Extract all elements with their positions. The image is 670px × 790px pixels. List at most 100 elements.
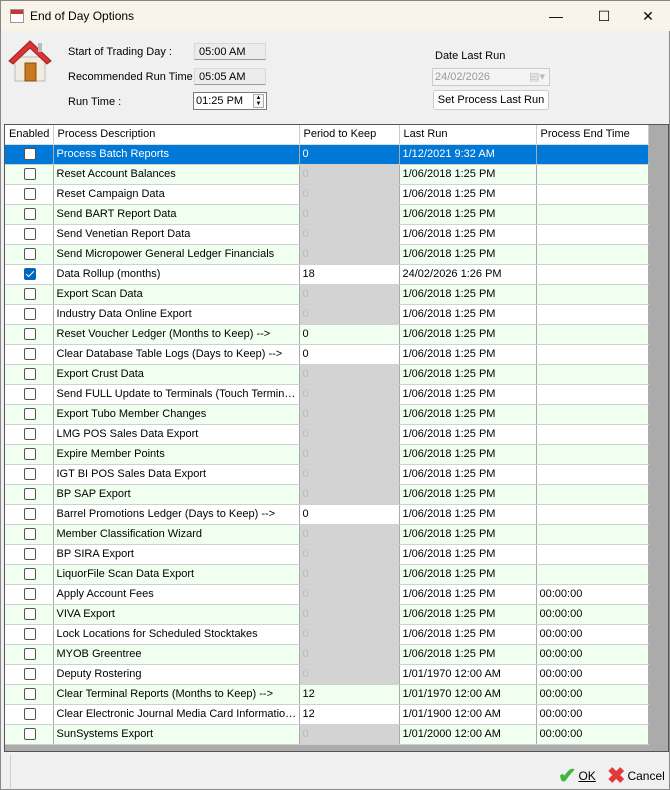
table-row[interactable]: Deputy Rostering 0 1/01/1970 12:00 AM 00… — [5, 664, 649, 685]
period-to-keep[interactable]: 0 — [299, 344, 400, 365]
table-row[interactable]: Export Crust Data 0 1/06/2018 1:25 PM — [5, 364, 649, 385]
period-to-keep[interactable]: 18 — [299, 264, 400, 285]
enabled-cell[interactable] — [5, 264, 54, 285]
table-row[interactable]: Data Rollup (months) 18 24/02/2026 1:26 … — [5, 264, 649, 285]
period-to-keep[interactable]: 0 — [299, 144, 400, 165]
table-row[interactable]: LMG POS Sales Data Export 0 1/06/2018 1:… — [5, 424, 649, 445]
table-row[interactable]: Export Scan Data 0 1/06/2018 1:25 PM — [5, 284, 649, 305]
enabled-checkbox[interactable] — [24, 608, 37, 620]
enabled-checkbox[interactable] — [24, 488, 37, 500]
table-row[interactable]: Industry Data Online Export 0 1/06/2018 … — [5, 304, 649, 325]
enabled-checkbox[interactable] — [24, 368, 37, 380]
table-row[interactable]: VIVA Export 0 1/06/2018 1:25 PM 00:00:00 — [5, 604, 649, 625]
enabled-checkbox[interactable] — [24, 208, 37, 220]
col-header-period[interactable]: Period to Keep — [299, 125, 400, 145]
close-button[interactable]: ✕ — [625, 1, 670, 31]
period-to-keep[interactable]: 12 — [299, 704, 400, 725]
enabled-cell[interactable] — [5, 424, 54, 445]
period-to-keep[interactable]: 12 — [299, 684, 400, 705]
col-header-description[interactable]: Process Description — [53, 125, 300, 145]
enabled-cell[interactable] — [5, 364, 54, 385]
enabled-checkbox[interactable] — [24, 388, 37, 400]
enabled-checkbox[interactable] — [24, 708, 37, 720]
period-to-keep[interactable]: 0 — [299, 324, 400, 345]
enabled-checkbox[interactable] — [24, 248, 37, 260]
table-row[interactable]: BP SAP Export 0 1/06/2018 1:25 PM — [5, 484, 649, 505]
enabled-cell[interactable] — [5, 204, 54, 225]
process-grid[interactable]: Enabled Process Description Period to Ke… — [4, 124, 669, 752]
enabled-checkbox[interactable] — [24, 688, 37, 700]
enabled-checkbox[interactable] — [24, 588, 37, 600]
enabled-checkbox[interactable] — [24, 628, 37, 640]
table-row[interactable]: Member Classification Wizard 0 1/06/2018… — [5, 524, 649, 545]
enabled-checkbox[interactable] — [24, 448, 37, 460]
run-time-value[interactable]: 01:25 PM — [196, 95, 243, 107]
maximize-button[interactable]: ☐ — [581, 1, 627, 31]
enabled-checkbox[interactable] — [24, 508, 37, 520]
enabled-cell[interactable] — [5, 444, 54, 465]
enabled-cell[interactable] — [5, 344, 54, 365]
table-row[interactable]: Apply Account Fees 0 1/06/2018 1:25 PM 0… — [5, 584, 649, 605]
enabled-cell[interactable] — [5, 504, 54, 525]
minimize-button[interactable]: — — [533, 1, 579, 31]
enabled-cell[interactable] — [5, 224, 54, 245]
enabled-cell[interactable] — [5, 164, 54, 185]
enabled-checkbox[interactable] — [24, 308, 37, 320]
period-to-keep[interactable]: 0 — [299, 504, 400, 525]
table-row[interactable]: Lock Locations for Scheduled Stocktakes … — [5, 624, 649, 645]
table-row[interactable]: Send Venetian Report Data 0 1/06/2018 1:… — [5, 224, 649, 245]
enabled-cell[interactable] — [5, 604, 54, 625]
enabled-checkbox[interactable] — [24, 648, 37, 660]
enabled-checkbox[interactable] — [24, 168, 37, 180]
enabled-checkbox[interactable] — [24, 548, 37, 560]
table-row[interactable]: Clear Database Table Logs (Days to Keep)… — [5, 344, 649, 365]
enabled-checkbox[interactable] — [24, 328, 37, 340]
enabled-cell[interactable] — [5, 564, 54, 585]
table-row[interactable]: Send BART Report Data 0 1/06/2018 1:25 P… — [5, 204, 649, 225]
enabled-checkbox[interactable] — [24, 268, 37, 280]
enabled-checkbox[interactable] — [24, 568, 37, 580]
ok-button[interactable]: ✔ OK — [558, 763, 596, 789]
enabled-checkbox[interactable] — [24, 428, 37, 440]
enabled-cell[interactable] — [5, 404, 54, 425]
table-row[interactable]: Clear Terminal Reports (Months to Keep) … — [5, 684, 649, 705]
enabled-checkbox[interactable] — [24, 348, 37, 360]
enabled-cell[interactable] — [5, 384, 54, 405]
enabled-cell[interactable] — [5, 724, 54, 745]
table-row[interactable]: Send FULL Update to Terminals (Touch Ter… — [5, 384, 649, 405]
table-row[interactable]: Reset Campaign Data 0 1/06/2018 1:25 PM — [5, 184, 649, 205]
table-row[interactable]: Reset Voucher Ledger (Months to Keep) --… — [5, 324, 649, 345]
enabled-checkbox[interactable] — [24, 728, 37, 740]
enabled-checkbox[interactable] — [24, 188, 37, 200]
spinner-arrows-icon[interactable]: ▲ ▼ — [253, 94, 264, 108]
table-row[interactable]: Send Micropower General Ledger Financial… — [5, 244, 649, 265]
table-row[interactable]: Clear Electronic Journal Media Card Info… — [5, 704, 649, 725]
enabled-cell[interactable] — [5, 184, 54, 205]
enabled-checkbox[interactable] — [24, 408, 37, 420]
col-header-end-time[interactable]: Process End Time — [536, 125, 649, 145]
enabled-cell[interactable] — [5, 324, 54, 345]
enabled-cell[interactable] — [5, 524, 54, 545]
enabled-cell[interactable] — [5, 644, 54, 665]
table-row[interactable]: MYOB Greentree 0 1/06/2018 1:25 PM 00:00… — [5, 644, 649, 665]
enabled-cell[interactable] — [5, 704, 54, 725]
table-row[interactable]: BP SIRA Export 0 1/06/2018 1:25 PM — [5, 544, 649, 565]
enabled-cell[interactable] — [5, 664, 54, 685]
enabled-checkbox[interactable] — [24, 468, 37, 480]
table-row[interactable]: LiquorFile Scan Data Export 0 1/06/2018 … — [5, 564, 649, 585]
enabled-cell[interactable] — [5, 544, 54, 565]
cancel-button[interactable]: ✖ Cancel — [607, 763, 665, 789]
table-row[interactable]: Export Tubo Member Changes 0 1/06/2018 1… — [5, 404, 649, 425]
enabled-cell[interactable] — [5, 284, 54, 305]
table-row[interactable]: Barrel Promotions Ledger (Days to Keep) … — [5, 504, 649, 525]
enabled-cell[interactable] — [5, 464, 54, 485]
run-time-spinner[interactable]: 01:25 PM ▲ ▼ — [193, 92, 267, 110]
enabled-cell[interactable] — [5, 684, 54, 705]
enabled-cell[interactable] — [5, 144, 54, 165]
enabled-checkbox[interactable] — [24, 668, 37, 680]
date-last-run-picker[interactable]: 24/02/2026 ▤▾ — [432, 68, 550, 86]
table-row[interactable]: IGT BI POS Sales Data Export 0 1/06/2018… — [5, 464, 649, 485]
enabled-checkbox[interactable] — [24, 528, 37, 540]
enabled-cell[interactable] — [5, 584, 54, 605]
enabled-cell[interactable] — [5, 244, 54, 265]
